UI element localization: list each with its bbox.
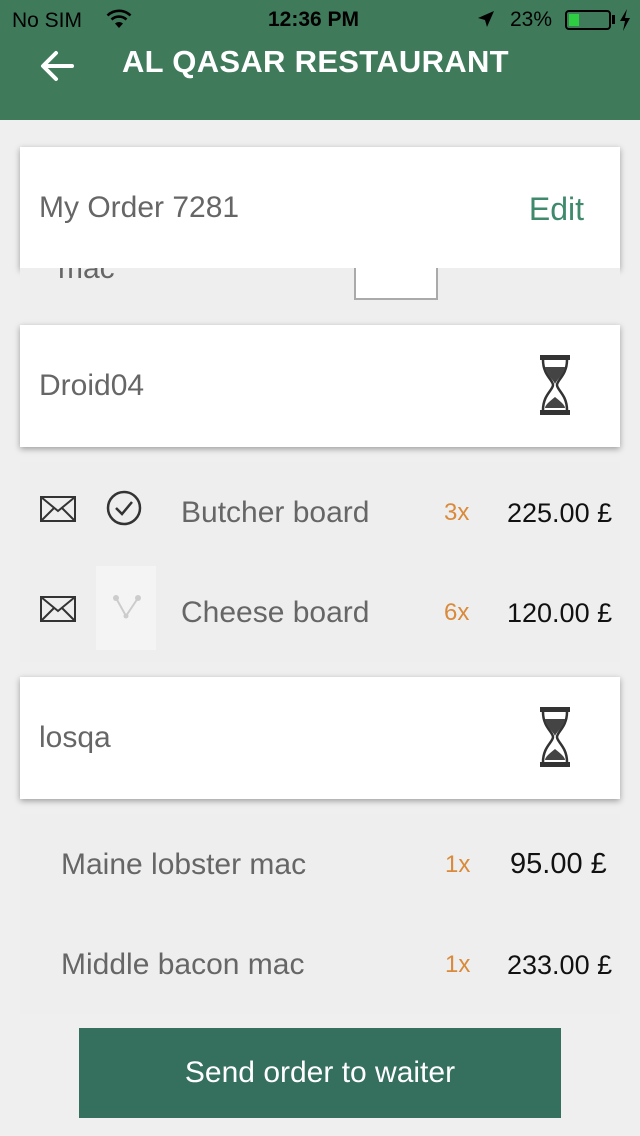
clock: 12:36 PM [268, 8, 360, 31]
wifi-icon [106, 9, 132, 28]
edit-button[interactable]: Edit [529, 191, 584, 228]
section-name: Droid04 [39, 369, 145, 402]
battery-percent: 23% [510, 8, 553, 31]
item-name: Cheese board [181, 596, 370, 629]
item-price: 225.00 £ [507, 498, 613, 528]
list-item[interactable]: Maine lobster mac 1x 95.00 £ [20, 814, 620, 914]
section-items-droid04: Butcher board 3x 225.00 £ Cheese board 6… [20, 462, 620, 662]
battery-icon [565, 10, 611, 30]
list-item[interactable]: Butcher board 3x 225.00 £ [20, 462, 620, 562]
charging-bolt-icon [620, 9, 630, 31]
hourglass-icon [540, 707, 570, 767]
arrow-left-icon [41, 51, 74, 81]
item-qty: 3x [444, 499, 470, 526]
order-title: My Order 7281 [39, 191, 240, 224]
hourglass-icon [540, 355, 570, 415]
item-qty: 1x [445, 851, 471, 878]
item-name: Maine lobster mac [61, 848, 307, 881]
item-qty: 6x [444, 599, 470, 626]
section-name: losqa [39, 721, 111, 754]
app-header: No SIM 12:36 PM 23% AL QASAR RESTAURANT [0, 0, 640, 120]
item-price: 233.00 £ [507, 950, 613, 980]
item-qty: 1x [445, 951, 471, 978]
thumbnail-placeholder-icon [113, 595, 141, 619]
page-title: AL QASAR RESTAURANT [122, 44, 509, 79]
list-item[interactable]: Middle bacon mac 1x 233.00 £ [20, 914, 620, 1014]
section-header-droid04[interactable]: Droid04 [20, 325, 620, 447]
back-button[interactable] [36, 44, 80, 88]
section-items-losqa: Maine lobster mac 1x 95.00 £ Middle baco… [20, 814, 620, 1014]
item-name: Middle bacon mac [61, 948, 305, 981]
send-order-button[interactable]: Send order to waiter [79, 1028, 561, 1118]
envelope-icon [40, 496, 76, 522]
carrier-label: No SIM [12, 9, 83, 32]
order-card: My Order 7281 Edit [20, 147, 620, 269]
item-name: Butcher board [181, 496, 370, 529]
envelope-icon [40, 596, 76, 622]
item-thumbnail [96, 566, 156, 650]
location-arrow-icon [478, 11, 494, 27]
status-bar: No SIM 12:36 PM 23% [0, 0, 640, 40]
section-header-losqa[interactable]: losqa [20, 677, 620, 799]
item-price: 95.00 £ [510, 848, 607, 880]
item-price: 120.00 £ [507, 598, 613, 628]
list-item[interactable]: Cheese board 6x 120.00 £ [20, 562, 620, 662]
check-circle-icon [106, 490, 142, 526]
scrolled-content-sliver: mac [20, 268, 620, 310]
